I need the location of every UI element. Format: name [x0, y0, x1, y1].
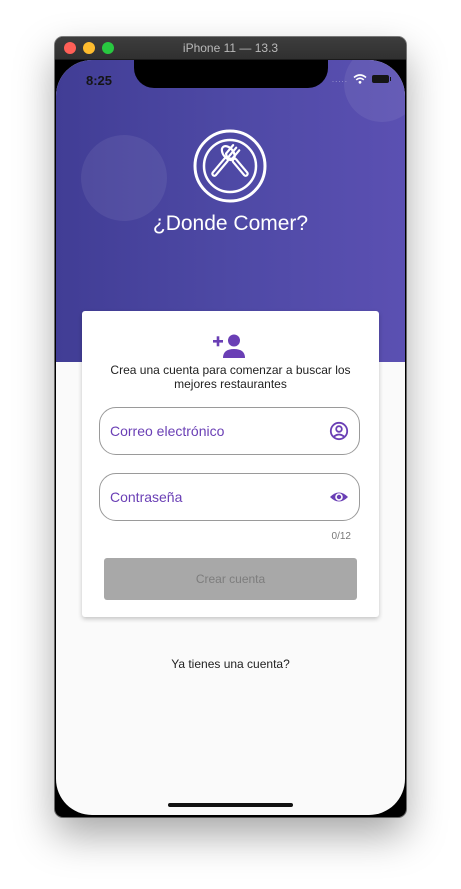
decorative-circle — [344, 60, 405, 122]
email-field[interactable] — [99, 407, 360, 455]
decorative-circle — [81, 135, 167, 221]
eye-icon[interactable] — [329, 487, 349, 507]
simulator-window: iPhone 11 — 13.3 ¿Donde Comer? 8:25 ....… — [55, 37, 406, 817]
account-circle-icon — [329, 421, 349, 441]
wifi-icon — [353, 74, 367, 84]
signal-icon: ..... — [331, 74, 348, 84]
password-field[interactable] — [99, 473, 360, 521]
create-account-button[interactable]: Crear cuenta — [104, 558, 357, 600]
person-add-icon — [213, 334, 245, 358]
window-titlebar: iPhone 11 — 13.3 — [55, 37, 406, 60]
password-counter: 0/12 — [331, 531, 351, 542]
login-link[interactable]: Ya tienes una cuenta? — [56, 657, 405, 671]
status-icons: ..... — [331, 74, 391, 84]
device-notch — [134, 60, 328, 88]
signup-card: Crea una cuenta para comenzar a buscar l… — [82, 311, 379, 617]
app-title: ¿Donde Comer? — [152, 212, 309, 235]
plate-fork-spoon-icon — [193, 129, 267, 203]
window-title: iPhone 11 — 13.3 — [182, 41, 279, 55]
signup-description: Crea una cuenta para comenzar a buscar l… — [110, 363, 351, 391]
home-indicator[interactable] — [168, 803, 293, 807]
status-time: 8:25 — [86, 73, 113, 88]
phone-screen: ¿Donde Comer? 8:25 ..... Crea una cuenta… — [56, 60, 405, 815]
password-input[interactable] — [110, 474, 310, 520]
battery-icon — [372, 75, 391, 83]
email-input[interactable] — [110, 408, 310, 454]
